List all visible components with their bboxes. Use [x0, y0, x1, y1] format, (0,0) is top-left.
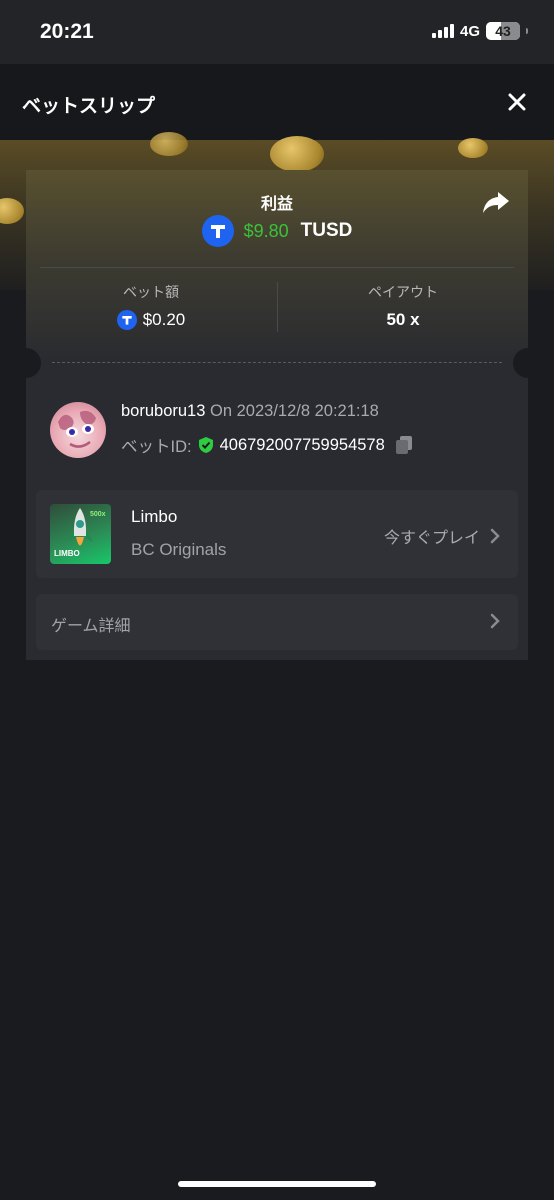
tusd-icon: [116, 310, 137, 330]
game-row[interactable]: 500x LIMBO Limbo BC Originals 今すぐプレイ: [36, 490, 518, 578]
avatar[interactable]: [50, 402, 106, 458]
game-thumbnail: 500x LIMBO: [50, 504, 111, 564]
coin-decoration: [0, 198, 24, 224]
verified-shield-icon: [198, 437, 213, 453]
bet-amount-value: $0.20: [26, 310, 276, 330]
play-now-label: 今すぐプレイ: [383, 530, 480, 547]
coin-decoration: [270, 136, 324, 172]
dashed-divider: [52, 362, 502, 363]
profit-currency: TUSD: [300, 220, 353, 241]
game-name: Limbo: [131, 507, 178, 526]
username[interactable]: boruboru13: [121, 402, 205, 420]
status-bar: 20:21 4G 43: [0, 0, 554, 64]
coin-decoration: [150, 132, 188, 156]
game-details-row[interactable]: ゲーム詳細: [36, 594, 518, 650]
battery-icon: 43: [486, 22, 520, 40]
chevron-right-icon: [490, 613, 500, 629]
status-icons: 4G 43: [431, 22, 528, 40]
bet-datetime: 2023/12/8 20:21:18: [236, 402, 379, 420]
page-title: ベットスリップ: [22, 96, 156, 117]
divider: [40, 267, 514, 268]
on-label: On: [210, 402, 233, 420]
tusd-icon: [201, 215, 234, 247]
thumb-multiplier: 500x: [90, 511, 106, 518]
game-provider: BC Originals: [131, 540, 227, 559]
bet-slip-card: 利益 $9.80 TUSD ベット額 $0.20 ペイアウト 50 x boru…: [26, 170, 528, 660]
bet-amount-label: ベット額: [123, 284, 179, 300]
home-indicator[interactable]: [178, 1181, 376, 1187]
network-type: 4G: [459, 22, 480, 40]
battery-tip: [526, 28, 528, 34]
bet-id-line: ベットID: 406792007759954578: [121, 433, 413, 457]
profit-row: $9.80 TUSD: [26, 215, 528, 247]
status-time: 20:21: [40, 20, 94, 43]
copy-icon[interactable]: [395, 435, 413, 455]
battery-level: 43: [495, 23, 511, 39]
bet-amount: $0.20: [142, 310, 186, 329]
coin-decoration: [458, 138, 488, 158]
payout-label: ペイアウト: [368, 284, 438, 300]
bet-id: 406792007759954578: [219, 435, 385, 454]
payout-value: 50 x: [386, 310, 420, 329]
header: ベットスリップ: [0, 64, 554, 140]
avatar-image: [58, 410, 96, 448]
bet-amount-stat: ベット額 $0.20: [26, 282, 276, 330]
rocket-icon: 500x LIMBO: [54, 508, 106, 558]
play-now-link[interactable]: 今すぐプレイ: [384, 524, 500, 548]
profit-label: 利益: [260, 196, 293, 213]
close-icon: [508, 93, 526, 111]
game-details-label: ゲーム詳細: [51, 618, 131, 635]
user-line: boruboru13 On 2023/12/8 20:21:18: [121, 402, 379, 421]
close-button[interactable]: [506, 91, 528, 113]
profit-amount: $9.80: [243, 220, 289, 241]
signal-icon: [431, 24, 454, 38]
share-button[interactable]: [482, 190, 510, 216]
share-icon: [483, 192, 509, 213]
payout-stat: ペイアウト 50 x: [278, 282, 528, 330]
thumb-text: LIMBO: [54, 549, 80, 558]
bet-id-label: ベットID:: [121, 438, 192, 456]
chevron-right-icon: [490, 528, 500, 544]
